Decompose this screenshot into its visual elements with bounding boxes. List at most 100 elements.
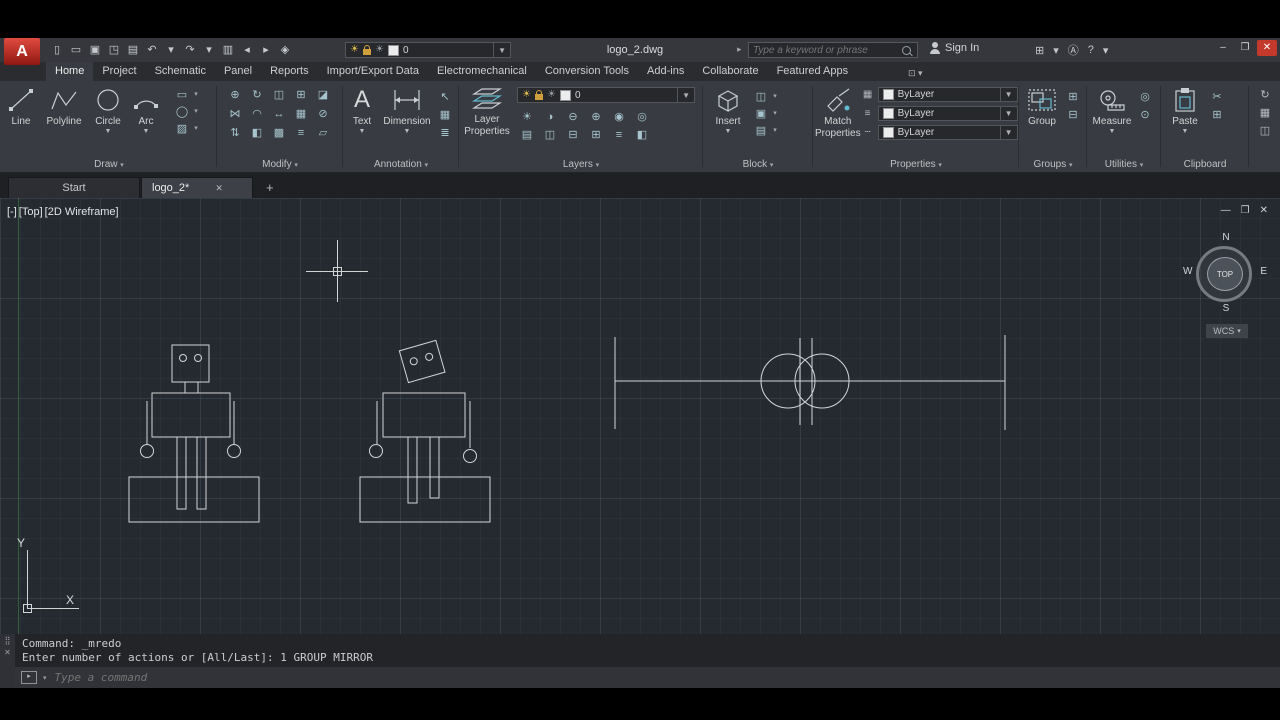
blend-icon[interactable]: ▱ [313,125,333,141]
tab-start[interactable]: Start [8,177,140,198]
layer-isolate-icon[interactable]: ⊕ [586,109,606,125]
ribbon-tab[interactable]: Home [46,62,94,81]
customize-icon[interactable]: ▸ [21,671,37,684]
layer-color-icon[interactable]: ◉ [609,109,629,125]
leader-icon[interactable]: ↖ [435,89,455,105]
polyline-button[interactable]: Polyline [40,83,88,127]
linetype-icon[interactable]: ┄ [861,127,875,138]
table-icon[interactable]: ▦ [435,107,455,123]
forward-icon[interactable]: ▸ [257,42,275,58]
array-icon[interactable]: ▦ [291,106,311,122]
chamfer-icon[interactable]: ≡ [291,125,311,141]
drag-grip-icon[interactable]: ⣿ [5,636,11,646]
arc-button[interactable]: Arc ▼ [128,83,164,135]
robot-left[interactable] [128,344,260,523]
layer-properties-button[interactable]: Layer Properties [461,81,513,137]
chevron-down-icon[interactable]: ▼ [493,43,506,57]
lineweight-icon[interactable]: ≡ [861,108,875,119]
copy-icon[interactable]: ⊞ [291,87,311,103]
workspace-icon[interactable]: ◈ [276,42,294,58]
help-icon[interactable]: ? [1088,44,1094,56]
attributes-icon[interactable]: ▤ [751,123,771,139]
mtext-icon[interactable]: ≣ [435,125,455,141]
plot-icon[interactable]: ▤ [124,42,142,58]
sync-icon[interactable]: ↻ [1255,87,1275,103]
close-button[interactable]: ✕ [1257,40,1277,56]
insert-button[interactable]: Insert ▼ [705,83,751,135]
save-icon[interactable]: ▣ [86,42,104,58]
search-input[interactable] [749,44,902,56]
layer-on-icon[interactable]: ☀ [517,109,537,125]
rectangle-icon[interactable]: ▭ [172,87,192,103]
a360-icon[interactable]: Ⓐ [1068,42,1079,58]
scale-icon[interactable]: ⇅ [225,125,245,141]
chevron-down-icon[interactable]: ▾ [43,674,47,682]
print-icon[interactable]: ▥ [219,42,237,58]
ungroup-icon[interactable]: ⊞ [1063,89,1083,105]
grid-tool-icon[interactable]: ▦ [1255,105,1275,121]
redo-caret-icon[interactable]: ▾ [200,42,218,58]
ribbon-collapse-icon[interactable]: ⊡ ▾ [900,65,931,79]
chevron-down-icon[interactable]: ▾ [771,106,779,122]
chevron-down-icon[interactable]: ▾ [192,87,200,103]
cart-icon[interactable]: ⊞ [1035,44,1044,57]
undo-caret-icon[interactable]: ▾ [162,42,180,58]
paste-button[interactable]: Paste ▼ [1163,83,1207,135]
panel-tool-icon[interactable]: ◫ [1255,123,1275,139]
layer-merge-icon[interactable]: ◧ [632,127,652,143]
dimension-button[interactable]: Dimension ▼ [379,83,435,135]
layer-dropdown[interactable]: ☀ ☀ 0 ▼ [517,87,695,103]
chevron-down-icon[interactable]: ▼ [999,88,1013,101]
apps-caret-icon[interactable]: ▾ [1053,44,1059,57]
chevron-down-icon[interactable]: ▼ [999,126,1013,139]
line-button[interactable]: Line [2,83,40,127]
ellipse-icon[interactable]: ◯ [172,104,192,120]
viewcube-top-face[interactable]: TOP [1207,257,1243,291]
text-button[interactable]: A Text ▼ [345,83,379,136]
command-input[interactable] [52,670,1280,685]
chevron-down-icon[interactable]: ▼ [677,88,690,102]
ribbon-tab[interactable]: Featured Apps [768,62,858,81]
cut-icon[interactable]: ✂ [1207,89,1227,105]
layer-state-icon[interactable]: ◎ [632,109,652,125]
join-icon[interactable]: ▩ [269,125,289,141]
new-file-icon[interactable]: ▯ [48,42,66,58]
group-button[interactable]: Group [1021,83,1063,127]
offset-icon[interactable]: ⊘ [313,106,333,122]
search-expand-icon[interactable]: ▸ [737,44,742,55]
new-tab-icon[interactable]: + [266,180,274,195]
viewport-minimize-icon[interactable]: — [1221,205,1231,216]
help-caret-icon[interactable]: ▾ [1103,44,1109,57]
back-icon[interactable]: ◂ [238,42,256,58]
hatch-icon[interactable]: ▨ [172,121,192,137]
circuit-symbol[interactable] [614,335,1006,430]
layer-match-icon[interactable]: ◫ [540,127,560,143]
ribbon-tab[interactable]: Conversion Tools [536,62,638,81]
id-point-icon[interactable]: ◎ [1135,89,1155,105]
qat-layer-dropdown[interactable]: ☀ ☀ 0 ▼ [345,42,511,58]
ribbon-tab[interactable]: Panel [215,62,261,81]
move-icon[interactable]: ⊕ [225,87,245,103]
layer-off-icon[interactable]: ≡ [609,127,629,143]
viewport-style-control[interactable]: [2D Wireframe] [45,206,119,218]
ribbon-tab[interactable]: Import/Export Data [318,62,428,81]
mirror-icon[interactable]: ⋈ [225,106,245,122]
erase-icon[interactable]: ◪ [313,87,333,103]
redo-icon[interactable]: ↷ [181,42,199,58]
ribbon-tab[interactable]: Reports [261,62,318,81]
quick-calc-icon[interactable]: ⊙ [1135,107,1155,123]
ribbon-tab[interactable]: Project [93,62,145,81]
minimize-button[interactable]: – [1213,40,1233,56]
match-properties-button[interactable]: Match Properties [815,83,861,139]
chevron-down-icon[interactable]: ▾ [771,89,779,105]
explode-icon[interactable]: ◧ [247,125,267,141]
rotate-icon[interactable]: ↻ [247,87,267,103]
layer-prev-icon[interactable]: ⊟ [563,127,583,143]
viewport-restore-icon[interactable]: ❐ [1241,205,1250,216]
chevron-down-icon[interactable]: ▾ [771,123,779,139]
chevron-down-icon[interactable]: ▾ [192,121,200,137]
tab-logo2[interactable]: logo_2* ✕ [141,177,253,198]
viewport-view-control[interactable]: [Top] [19,206,43,218]
ribbon-tab[interactable]: Collaborate [693,62,767,81]
ribbon-tab[interactable]: Schematic [146,62,215,81]
